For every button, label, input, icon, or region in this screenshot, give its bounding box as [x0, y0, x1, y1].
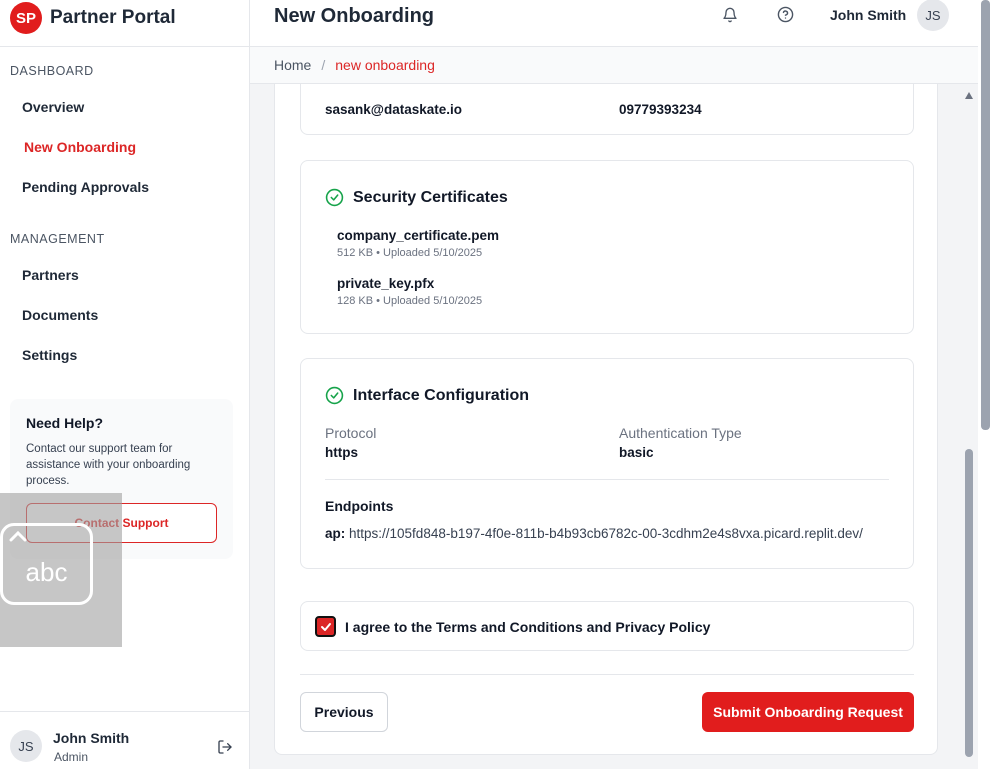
help-circle-icon[interactable] [777, 6, 794, 23]
help-title: Need Help? [26, 415, 104, 431]
header-avatar[interactable]: JS [917, 0, 949, 31]
section-label-management: MANAGEMENT [10, 232, 105, 246]
divider [300, 674, 914, 675]
content-scroll-thumb[interactable] [965, 449, 973, 757]
sidebar-item-partners[interactable]: Partners [22, 267, 79, 283]
auth-type-value: basic [619, 445, 654, 460]
sidebar-user: JS John Smith Admin [0, 711, 249, 769]
onboarding-review-panel: sasank@dataskate.io 09779393234 Security… [274, 84, 938, 755]
keyboard-text: abc [25, 557, 68, 587]
agree-label[interactable]: I agree to the Terms and Conditions and … [345, 619, 710, 635]
brand[interactable]: SP Partner Portal [0, 0, 249, 47]
brand-logo: SP [10, 2, 42, 34]
sidebar-item-new-onboarding[interactable]: New Onboarding [24, 139, 136, 155]
brand-name: Partner Portal [50, 7, 176, 28]
protocol-label: Protocol [325, 425, 377, 441]
file-name: company_certificate.pem [337, 228, 500, 243]
certificates-title-text: Security Certificates [353, 188, 508, 206]
page-title: New Onboarding [274, 5, 434, 27]
keyboard-icon[interactable]: abc [0, 523, 93, 605]
endpoint-row: ap: https://105fd848-b197-4f0e-811b-b4b9… [325, 526, 863, 541]
sidebar-item-pending-approvals[interactable]: Pending Approvals [22, 179, 149, 195]
endpoint-url: https://105fd848-b197-4f0e-811b-b4b93cb6… [349, 526, 863, 541]
scroll-up-arrow-icon[interactable] [965, 92, 973, 99]
checkmark-icon [320, 622, 331, 631]
divider [325, 479, 889, 480]
breadcrumb-current: new onboarding [335, 57, 435, 73]
sidebar-item-settings[interactable]: Settings [22, 347, 77, 363]
security-certificates-card: Security Certificates company_certificat… [300, 160, 914, 334]
section-label-dashboard: DASHBOARD [10, 64, 94, 78]
file-name: private_key.pfx [337, 276, 435, 291]
user-name: John Smith [53, 730, 130, 746]
sidebar-item-documents[interactable]: Documents [22, 307, 98, 323]
agree-checkbox[interactable] [315, 616, 336, 637]
sidebar: SP Partner Portal DASHBOARD Overview New… [0, 0, 250, 769]
interface-title: Interface Configuration [325, 386, 529, 405]
header-user-name[interactable]: John Smith [830, 7, 906, 23]
file-meta: 512 KB • Uploaded 5/10/2025 [337, 247, 483, 259]
contact-phone: 09779393234 [619, 102, 702, 117]
certificates-title: Security Certificates [325, 188, 508, 207]
check-circle-icon [325, 386, 344, 405]
endpoints-label: Endpoints [325, 498, 394, 514]
sidebar-item-overview[interactable]: Overview [22, 99, 84, 115]
keyboard-overlay[interactable]: abc [0, 493, 122, 647]
logout-icon[interactable] [217, 739, 233, 755]
auth-type-label: Authentication Type [619, 425, 742, 441]
page-scroll-thumb[interactable] [981, 0, 990, 430]
avatar[interactable]: JS [10, 730, 42, 762]
user-role: Admin [54, 750, 89, 764]
help-text: Contact our support team for assistance … [26, 443, 191, 487]
main-content: sasank@dataskate.io 09779393234 Security… [250, 84, 978, 769]
interface-configuration-card: Interface Configuration Protocol https A… [300, 358, 914, 569]
check-circle-icon [325, 188, 344, 207]
bell-icon[interactable] [722, 6, 738, 24]
breadcrumb-home[interactable]: Home [274, 57, 311, 73]
agreement-card: I agree to the Terms and Conditions and … [300, 601, 914, 651]
protocol-value: https [325, 445, 358, 460]
submit-onboarding-button[interactable]: Submit Onboarding Request [702, 692, 914, 732]
topbar: New Onboarding John Smith JS [250, 0, 978, 47]
interface-title-text: Interface Configuration [353, 386, 530, 404]
breadcrumb-separator: / [321, 57, 326, 73]
content-scrollbar[interactable] [962, 84, 976, 769]
file-meta: 128 KB • Uploaded 5/10/2025 [337, 295, 483, 307]
contact-email: sasank@dataskate.io [325, 102, 462, 117]
breadcrumb: Home / new onboarding [250, 47, 978, 84]
page-scrollbar[interactable] [978, 0, 1003, 769]
endpoint-key: ap: [325, 526, 346, 541]
contact-card: sasank@dataskate.io 09779393234 [300, 84, 914, 135]
previous-button[interactable]: Previous [300, 692, 388, 732]
